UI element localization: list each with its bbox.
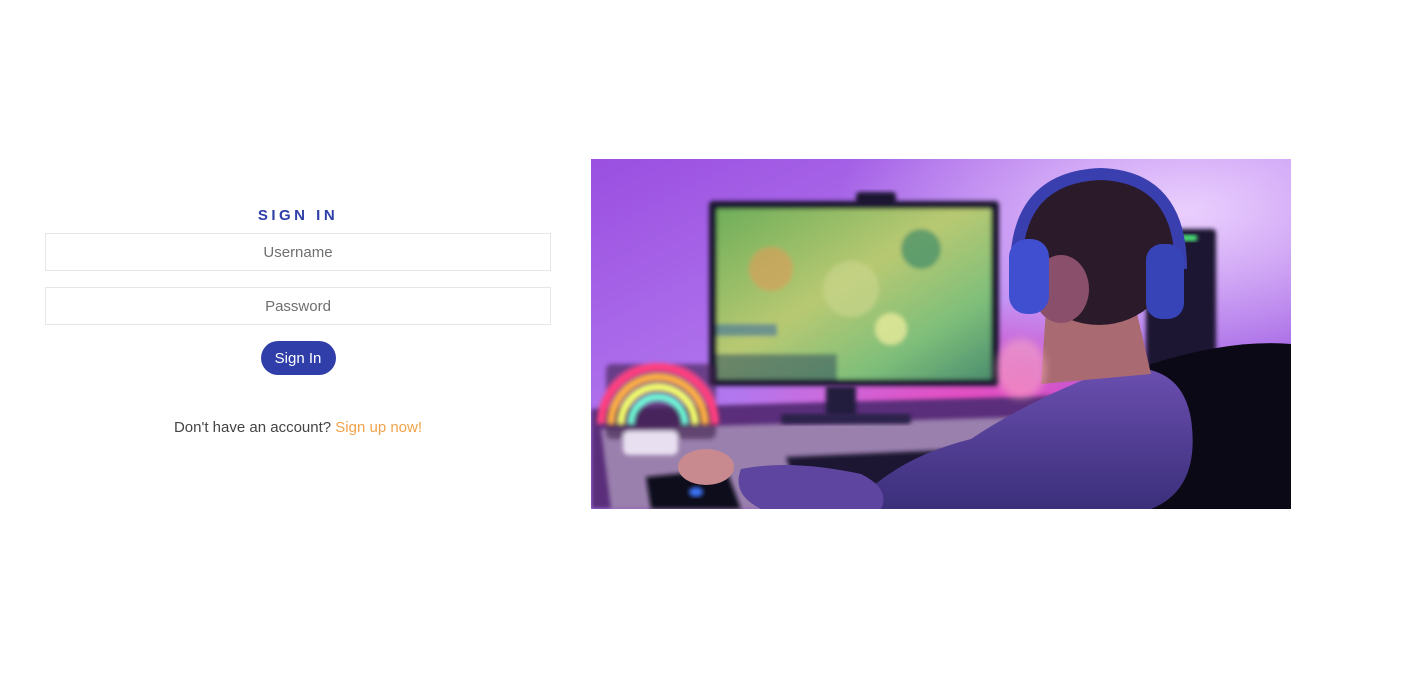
signup-prompt: Don't have an account? (173, 419, 332, 436)
signup-line: Don't have an account? Sign up now! (45, 418, 551, 438)
signup-link[interactable]: Sign up now! (335, 419, 422, 436)
username-input[interactable] (45, 233, 551, 271)
signin-form: SIGN IN Sign In Don't have an account? S… (45, 205, 551, 438)
signin-button[interactable]: Sign In (260, 341, 336, 375)
hero-image (591, 159, 1291, 509)
password-input[interactable] (45, 287, 551, 325)
page: SIGN IN Sign In Don't have an account? S… (0, 0, 1428, 675)
signin-title: SIGN IN (257, 207, 339, 224)
